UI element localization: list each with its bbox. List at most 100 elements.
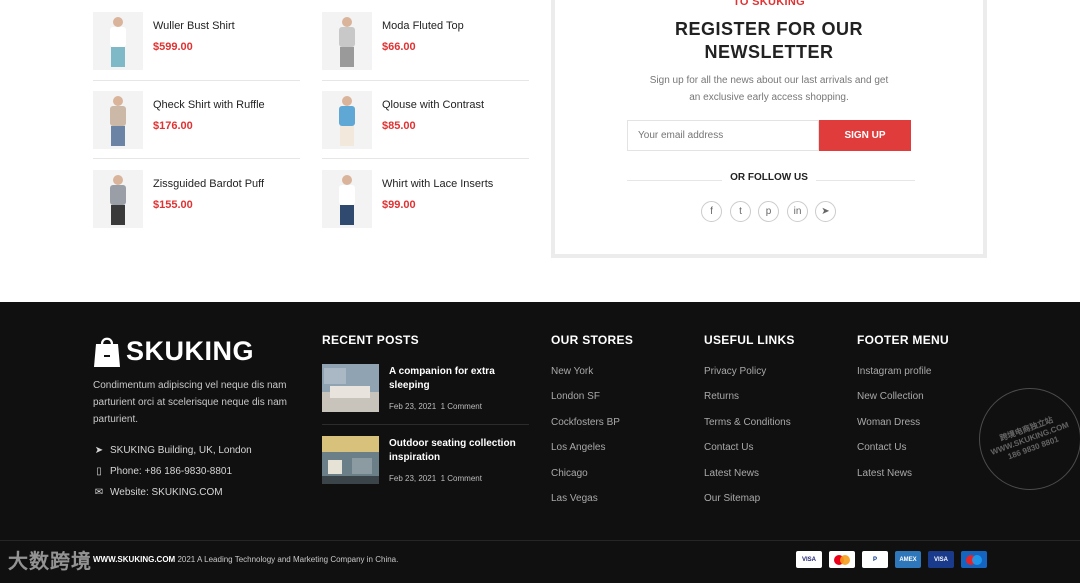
useful-link[interactable]: Our Sitemap (704, 493, 760, 504)
follow-heading-text: OR FOLLOW US (722, 172, 816, 183)
pinterest-icon[interactable]: p (758, 201, 779, 222)
divider (322, 158, 529, 159)
footer-menu-link[interactable]: Woman Dress (857, 417, 920, 428)
post-title-line: A companion for extra (389, 366, 495, 377)
useful-link[interactable]: Privacy Policy (704, 366, 766, 377)
model-image (110, 17, 126, 67)
facebook-icon[interactable]: f (701, 201, 722, 222)
product-name[interactable]: Qlouse with Contrast (382, 99, 484, 111)
shopping-bag-icon (94, 337, 120, 367)
model-image (339, 17, 355, 67)
post-meta: Feb 23, 2021 1 Comment (389, 474, 482, 483)
maestro-circles (966, 554, 982, 565)
useful-link[interactable]: Contact Us (704, 442, 753, 453)
about-line: Condimentum adipiscing vel neque dis nam (93, 380, 287, 391)
newsletter-title-line: NEWSLETTER (704, 42, 834, 62)
maestro-icon (961, 551, 987, 568)
product-name[interactable]: Qheck Shirt with Ruffle (153, 99, 265, 111)
copyright: WWW.SKUKING.COM 2021 A Leading Technolog… (93, 555, 398, 564)
about-line: parturient. (93, 414, 139, 425)
store-link[interactable]: Las Vegas (551, 493, 598, 504)
newsletter-title-line: REGISTER FOR OUR (674, 19, 863, 39)
email-field[interactable] (627, 120, 819, 151)
newsletter-box: TO SKUKING REGISTER FOR OUR NEWSLETTER S… (551, 0, 987, 258)
site-footer: SKUKING Condimentum adipiscing vel neque… (0, 302, 1080, 583)
post-item[interactable]: A companion for extra sleeping Feb 23, 2… (322, 364, 532, 414)
post-comments[interactable]: 1 Comment (441, 402, 482, 411)
sign-up-button[interactable]: SIGN UP (819, 120, 911, 151)
product-item[interactable]: Whirt with Lace Inserts $99.00 (322, 170, 529, 240)
paypal-icon: P (862, 551, 888, 568)
product-name[interactable]: Zissguided Bardot Puff (153, 178, 264, 190)
product-name[interactable]: Moda Fluted Top (382, 20, 464, 32)
product-item[interactable]: Qlouse with Contrast $85.00 (322, 91, 529, 161)
model-image (110, 96, 126, 146)
store-link[interactable]: New York (551, 366, 593, 377)
phone-icon: ▯ (96, 466, 102, 477)
post-meta: Feb 23, 2021 1 Comment (389, 402, 482, 411)
product-item[interactable]: Qheck Shirt with Ruffle $176.00 (93, 91, 300, 161)
visa-electron-icon: VISA (928, 551, 954, 568)
store-link[interactable]: London SF (551, 391, 600, 402)
useful-link[interactable]: Latest News (704, 468, 759, 479)
phone-text: Phone: +86 186-9830-8801 (110, 466, 233, 477)
post-title-line: inspiration (389, 452, 441, 463)
product-thumbnail[interactable] (322, 170, 372, 228)
product-thumbnail[interactable] (322, 12, 372, 70)
product-thumbnail[interactable] (93, 12, 143, 70)
product-thumbnail[interactable] (93, 170, 143, 228)
post-title[interactable]: A companion for extra sleeping (389, 365, 519, 393)
website-text: Website: SKUKING.COM (110, 487, 223, 498)
watermark-left: 大数跨境 (8, 551, 92, 573)
post-item[interactable]: Outdoor seating collection inspiration F… (322, 436, 532, 486)
telegram-icon[interactable]: ➤ (815, 201, 836, 222)
model-image (339, 96, 355, 146)
footer-menu-link[interactable]: Latest News (857, 468, 912, 479)
address: ➤ SKUKING Building, UK, London (93, 445, 252, 456)
product-price: $99.00 (382, 199, 416, 211)
product-item[interactable]: Zissguided Bardot Puff $155.00 (93, 170, 300, 240)
product-thumbnail[interactable] (93, 91, 143, 149)
product-price: $176.00 (153, 120, 193, 132)
useful-link[interactable]: Terms & Conditions (704, 417, 791, 428)
footer-menu-title: FOOTER MENU (857, 333, 949, 347)
divider (93, 158, 300, 159)
post-title-line: sleeping (389, 380, 430, 391)
stores-title: OUR STORES (551, 333, 634, 347)
product-name[interactable]: Whirt with Lace Inserts (382, 178, 493, 190)
twitter-icon[interactable]: t (730, 201, 751, 222)
copyright-brand[interactable]: WWW.SKUKING.COM (93, 555, 175, 564)
bedroom-image (322, 364, 379, 412)
post-title[interactable]: Outdoor seating collection inspiration (389, 437, 519, 465)
newsletter-kicker: TO SKUKING (733, 0, 805, 8)
product-thumbnail[interactable] (322, 91, 372, 149)
recent-posts-title: RECENT POSTS (322, 333, 419, 347)
about-text: Condimentum adipiscing vel neque dis nam… (93, 377, 303, 428)
mastercard-icon (829, 551, 855, 568)
amex-icon: AMEX (895, 551, 921, 568)
divider (0, 540, 1080, 541)
footer-logo[interactable]: SKUKING (93, 334, 254, 368)
product-section: Wuller Bust Shirt $599.00 Qheck Shirt wi… (0, 0, 1080, 302)
product-name[interactable]: Wuller Bust Shirt (153, 20, 235, 32)
linkedin-icon[interactable]: in (787, 201, 808, 222)
divider (322, 424, 529, 425)
store-link[interactable]: Los Angeles (551, 442, 606, 453)
product-price: $66.00 (382, 41, 416, 53)
about-line: parturient orci at scelerisque neque dis… (93, 397, 287, 408)
store-link[interactable]: Cockfosters BP (551, 417, 620, 428)
useful-link[interactable]: Returns (704, 391, 739, 402)
footer-menu-link[interactable]: New Collection (857, 391, 924, 402)
post-comments[interactable]: 1 Comment (441, 474, 482, 483)
post-thumbnail[interactable] (322, 364, 379, 412)
footer-menu-link[interactable]: Contact Us (857, 442, 906, 453)
post-thumbnail[interactable] (322, 436, 379, 484)
product-item[interactable]: Wuller Bust Shirt $599.00 (93, 12, 300, 82)
model-image (339, 175, 355, 225)
footer-menu-link[interactable]: Instagram profile (857, 366, 931, 377)
divider (93, 80, 300, 81)
product-item[interactable]: Moda Fluted Top $66.00 (322, 12, 529, 82)
model-image (110, 175, 126, 225)
newsletter-title: REGISTER FOR OUR NEWSLETTER (555, 18, 983, 64)
store-link[interactable]: Chicago (551, 468, 588, 479)
